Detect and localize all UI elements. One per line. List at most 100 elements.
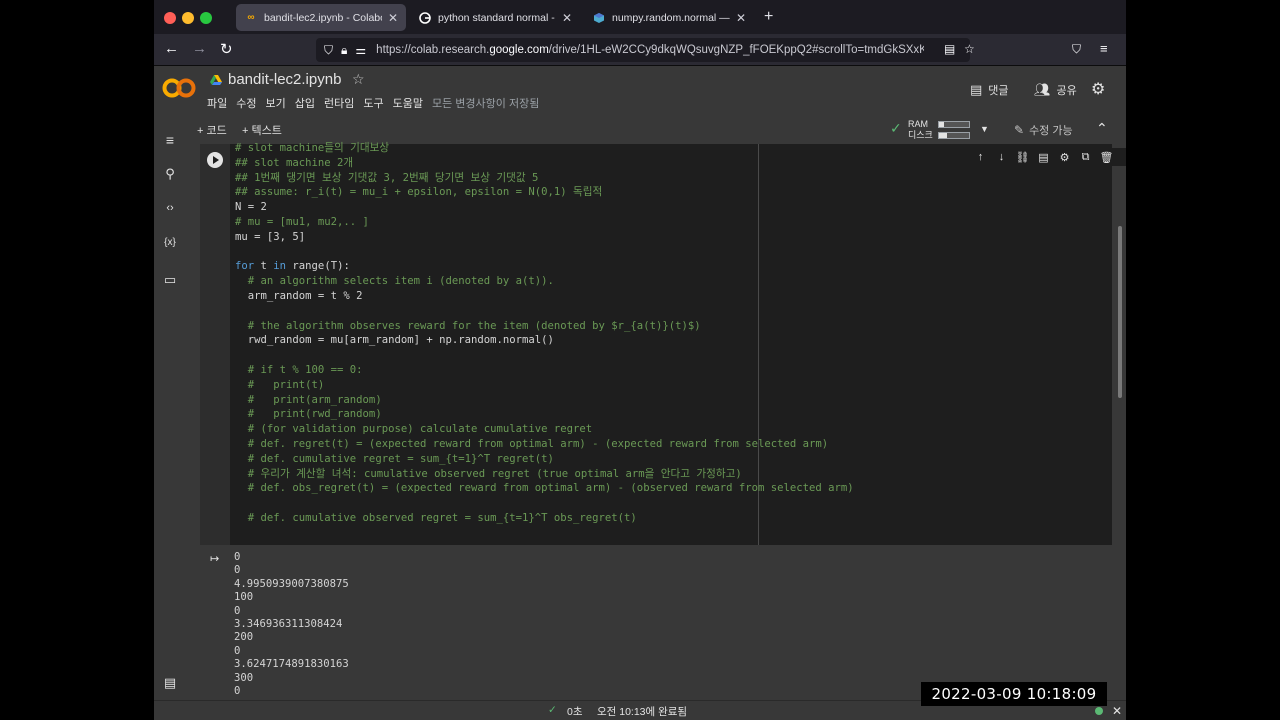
table-of-contents-icon[interactable]: ≡ <box>162 132 178 148</box>
move-down-icon[interactable]: ↓ <box>991 151 1012 163</box>
output-line: 200 <box>234 631 254 644</box>
edit-mode-button[interactable]: ✎ 수정 가능 <box>1014 122 1073 138</box>
shield-icon[interactable]: ⛉ <box>324 43 333 58</box>
url-text[interactable]: https://colab.research.google.com/drive/… <box>376 44 924 56</box>
move-up-icon[interactable]: ↑ <box>970 151 991 163</box>
ram-label: RAM <box>908 119 928 129</box>
google-drive-icon <box>210 75 222 85</box>
close-icon[interactable]: ✕ <box>388 11 398 25</box>
caret-down-icon[interactable]: ▼ <box>980 124 989 134</box>
output-line: 3.6247174891830163 <box>234 658 349 671</box>
execution-time: 0초 <box>567 706 583 718</box>
notebook-title[interactable]: bandit-lec2.ipynb <box>228 71 341 88</box>
more-vert-icon[interactable]: ⋮ <box>1117 151 1126 164</box>
output-line: 0 <box>234 551 241 563</box>
code-line: # mu = [mu1, mu2,.. ] <box>235 215 369 228</box>
star-icon[interactable]: ☆ <box>352 71 365 88</box>
numpy-icon <box>592 11 606 25</box>
tab-numpy-docs[interactable]: numpy.random.normal — NumPy ✕ <box>584 4 754 31</box>
url-bar[interactable]: ⛉ 🔒︎ ⚌ https://colab.research.google.com… <box>316 38 975 62</box>
menu-view[interactable]: 보기 <box>266 95 286 111</box>
pencil-icon: ✎ <box>1014 123 1025 137</box>
link-icon[interactable]: ⛓ <box>1012 151 1033 164</box>
hamburger-menu-icon[interactable]: ≡ <box>1100 41 1108 56</box>
lock-icon[interactable]: 🔒︎ <box>341 43 347 58</box>
new-tab-icon[interactable]: + <box>764 8 773 26</box>
tab-google-search[interactable]: python standard normal - Google ✕ <box>410 4 580 31</box>
cell-settings-icon[interactable]: ⚙ <box>1054 151 1075 164</box>
menu-insert[interactable]: 삽입 <box>295 95 315 111</box>
ram-usage-fill <box>939 122 944 127</box>
code-line: for t in range(T): <box>235 260 350 273</box>
menu-runtime[interactable]: 런타임 <box>324 95 354 111</box>
forward-icon[interactable]: → <box>192 40 207 57</box>
code-line: ## 1번째 댕기면 보상 기댓값 3, 2번째 당기면 보상 기댓값 5 <box>235 171 539 184</box>
minimize-window-button[interactable] <box>182 12 194 24</box>
terminal-icon[interactable]: ▤ <box>162 675 178 691</box>
code-line: ## slot machine 2개 <box>235 156 354 169</box>
back-icon[interactable]: ← <box>164 40 179 57</box>
people-icon: 👥︎ <box>1034 82 1051 97</box>
bookmark-star-icon[interactable]: ☆ <box>964 42 975 56</box>
code-line: N = 2 <box>235 201 267 214</box>
tab-colab[interactable]: ∞ bandit-lec2.ipynb - Colaboratory ✕ <box>236 4 406 31</box>
scrollbar[interactable] <box>1118 226 1122 398</box>
close-window-button[interactable] <box>164 12 176 24</box>
code-line: ## assume: r_i(t) = mu_i + epsilon, epsi… <box>235 186 603 199</box>
comment-icon[interactable]: ▤ <box>1033 151 1054 164</box>
code-line: # print(rwd_random) <box>235 408 382 421</box>
settings-gear-icon[interactable]: ⚙ <box>1091 79 1105 99</box>
files-folder-icon[interactable]: ▭ <box>162 272 178 288</box>
chevron-up-icon[interactable]: ⌃ <box>1096 120 1108 137</box>
resource-labels[interactable]: RAM 디스크 <box>908 119 933 141</box>
disk-usage-bar[interactable] <box>938 132 970 139</box>
output-line: 0 <box>234 685 241 698</box>
tab-label: bandit-lec2.ipynb - Colaboratory <box>264 11 382 24</box>
browser-window: ∞ bandit-lec2.ipynb - Colaboratory ✕ pyt… <box>154 0 1126 720</box>
ram-usage-bar[interactable] <box>938 121 970 128</box>
menu-file[interactable]: 파일 <box>207 95 227 111</box>
share-button[interactable]: 👥︎ 공유 <box>1034 82 1077 98</box>
pocket-icon[interactable]: ⛉ <box>1072 42 1081 57</box>
disk-usage-fill <box>939 133 947 138</box>
code-line: # if t % 100 == 0: <box>235 363 363 376</box>
code-cell[interactable]: # slot machine들의 기대보상 ## slot machine 2개 #… <box>200 141 1112 545</box>
permissions-icon[interactable]: ⚌ <box>355 43 366 57</box>
connected-check-icon: ✓ <box>890 120 902 136</box>
close-icon[interactable]: ✕ <box>562 11 572 25</box>
code-snippets-icon[interactable]: ‹› <box>162 202 178 214</box>
disk-label: 디스크 <box>908 130 933 140</box>
mirror-cell-icon[interactable]: ⧉ <box>1075 151 1096 164</box>
reload-icon[interactable]: ↻ <box>220 40 233 58</box>
menu-edit[interactable]: 수정 <box>236 95 256 111</box>
save-status[interactable]: 모든 변경사항이 저장됨 <box>432 95 539 111</box>
colab-logo[interactable] <box>162 76 196 100</box>
code-line: # def. cumulative observed regret = sum_… <box>235 511 637 524</box>
share-label: 공유 <box>1056 85 1077 97</box>
reader-view-icon[interactable]: ▤ <box>944 42 955 56</box>
comment-button[interactable]: ▤ 댓글 <box>970 82 1009 98</box>
close-icon[interactable]: ✕ <box>1112 704 1122 718</box>
run-cell-button[interactable] <box>207 152 223 168</box>
search-icon[interactable]: ⚲ <box>162 166 178 182</box>
code-line: mu = [3, 5] <box>235 230 306 243</box>
menu-tools[interactable]: 도구 <box>363 95 383 111</box>
close-icon[interactable]: ✕ <box>736 11 746 25</box>
maximize-window-button[interactable] <box>200 12 212 24</box>
status-dot <box>1095 707 1103 715</box>
code-line: # def. regret(t) = (expected reward from… <box>235 437 829 450</box>
cell-output: 0 0 4.9950939007380875 100 0 3.34693631130842… <box>234 551 349 698</box>
variables-icon[interactable]: {x} <box>162 237 178 248</box>
code-line: # def. obs_regret(t) = (expected reward … <box>235 482 854 495</box>
delete-icon[interactable]: 🗑︎ <box>1096 151 1117 164</box>
add-code-button[interactable]: + 코드 <box>197 122 227 138</box>
code-line: # print(arm_random) <box>235 393 382 406</box>
output-menu-icon[interactable]: ↦ <box>210 552 219 565</box>
status-check-icon: ✓ <box>548 704 557 716</box>
code-editor[interactable]: # slot machine들의 기대보상 ## slot machine 2개 #… <box>235 141 854 526</box>
menu-help[interactable]: 도움말 <box>393 95 423 111</box>
add-text-button[interactable]: + 텍스트 <box>242 122 282 138</box>
code-line: # the algorithm observes reward for the … <box>235 319 701 332</box>
